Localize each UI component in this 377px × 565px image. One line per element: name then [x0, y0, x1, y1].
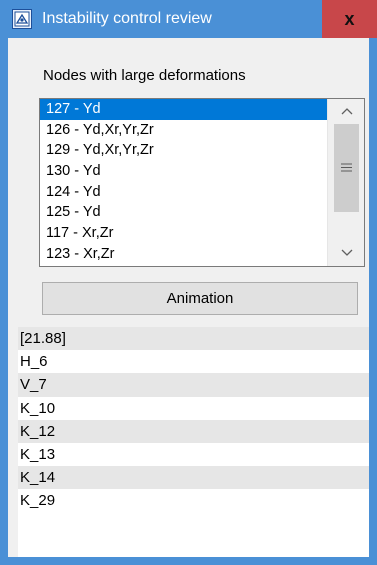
result-row[interactable]: K_12	[18, 419, 369, 443]
app-window: Instability control review x Nodes with …	[0, 0, 377, 565]
window-content: Nodes with large deformations 127 - Yd 12…	[8, 38, 369, 557]
list-item[interactable]: 125 - Yd	[40, 202, 327, 223]
result-row[interactable]: H_6	[18, 350, 369, 373]
chevron-up-icon	[341, 104, 353, 118]
list-item[interactable]: 123 - Xr,Zr	[40, 244, 327, 265]
listbox-scrollbar[interactable]	[327, 99, 364, 266]
result-row[interactable]: K_29	[18, 489, 369, 512]
nodes-listbox[interactable]: 127 - Yd 126 - Yd,Xr,Yr,Zr 129 - Yd,Xr,Yr,…	[39, 98, 365, 267]
nodes-group: Nodes with large deformations 127 - Yd 12…	[8, 38, 369, 318]
scroll-thumb[interactable]	[334, 124, 359, 212]
result-row[interactable]: K_10	[18, 397, 369, 420]
close-button[interactable]: x	[322, 0, 377, 38]
app-icon	[12, 9, 32, 29]
chevron-down-icon	[341, 246, 353, 260]
scroll-up-button[interactable]	[328, 99, 364, 124]
result-row[interactable]: [21.88]	[18, 327, 369, 351]
list-item[interactable]: 126 - Yd,Xr,Yr,Zr	[40, 120, 327, 141]
list-item[interactable]: 117 - Xr,Zr	[40, 223, 327, 244]
result-row[interactable]: V_7	[18, 373, 369, 397]
result-row[interactable]: K_14	[18, 466, 369, 490]
list-item[interactable]: 130 - Yd	[40, 161, 327, 182]
list-item[interactable]: 129 - Yd,Xr,Yr,Zr	[40, 140, 327, 161]
list-item[interactable]: 127 - Yd	[40, 99, 327, 120]
result-row[interactable]: K_13	[18, 443, 369, 466]
nodes-group-label: Nodes with large deformations	[43, 67, 246, 84]
nodes-list-items: 127 - Yd 126 - Yd,Xr,Yr,Zr 129 - Yd,Xr,Yr,…	[40, 99, 327, 265]
results-list: [21.88] H_6 V_7 K_10 K_12 K_13 K_14 K_29	[18, 327, 369, 557]
window-title: Instability control review	[42, 10, 212, 27]
animation-button[interactable]: Animation	[42, 282, 358, 315]
grip-icon	[341, 163, 352, 172]
title-bar[interactable]: Instability control review x	[0, 0, 377, 38]
scroll-down-button[interactable]	[328, 241, 364, 266]
list-item[interactable]: 124 - Yd	[40, 182, 327, 203]
